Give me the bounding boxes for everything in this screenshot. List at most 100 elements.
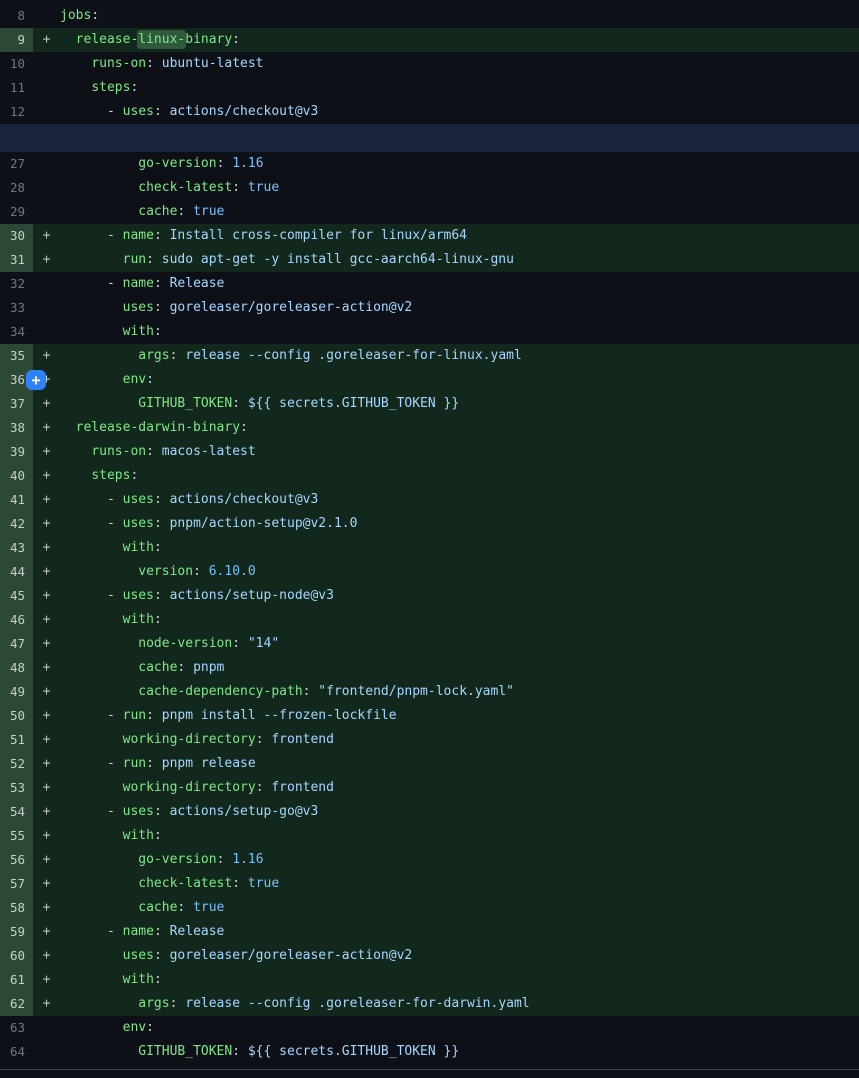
diff-marker: +: [33, 728, 60, 752]
line-number[interactable]: 47: [0, 632, 33, 656]
line-number[interactable]: 34: [0, 320, 33, 344]
line-number[interactable]: 54: [0, 800, 33, 824]
diff-marker: +: [33, 872, 60, 896]
line-number[interactable]: 10: [0, 52, 33, 76]
line-number[interactable]: 37: [0, 392, 33, 416]
line-number[interactable]: 38: [0, 416, 33, 440]
diff-row: 37+ GITHUB_TOKEN: ${{ secrets.GITHUB_TOK…: [0, 392, 859, 416]
line-number[interactable]: 9: [0, 28, 33, 52]
line-number[interactable]: 8: [0, 4, 33, 28]
code-token: -: [107, 516, 123, 531]
code-indent: [60, 492, 107, 507]
line-number[interactable]: 64: [0, 1040, 33, 1064]
code-token: release --config .goreleaser-for-linux.y…: [177, 348, 521, 363]
code-indent: [60, 204, 138, 219]
code-token: -: [107, 492, 123, 507]
code-token: pnpm install --frozen-lockfile: [154, 708, 397, 723]
code-line: go-version: 1.16: [60, 848, 859, 872]
line-number[interactable]: 31: [0, 248, 33, 272]
line-number[interactable]: 44: [0, 560, 33, 584]
code-token: 1.16: [224, 156, 263, 171]
diff-marker: [33, 4, 60, 28]
diff-view: 8jobs:9+ release-linux-binary:10 runs-on…: [0, 0, 859, 1070]
diff-marker: +: [33, 248, 60, 272]
code-token: :: [232, 876, 240, 891]
code-token: :: [130, 80, 138, 95]
line-number[interactable]: 30: [0, 224, 33, 248]
diff-marker: +: [33, 488, 60, 512]
code-indent: [60, 104, 107, 119]
line-number[interactable]: 48: [0, 656, 33, 680]
code-token: pnpm release: [154, 756, 256, 771]
code-token: :: [256, 732, 264, 747]
code-indent: [60, 372, 123, 387]
code-token: ubuntu-latest: [154, 56, 264, 71]
code-token: :: [146, 756, 154, 771]
diff-row: 44+ version: 6.10.0: [0, 560, 859, 584]
line-number[interactable]: 28: [0, 176, 33, 200]
diff-row: 8 jobs:: [0, 4, 859, 28]
add-line-comment-button[interactable]: +: [26, 370, 46, 390]
code-token: go-version: [138, 156, 216, 171]
line-number[interactable]: 45: [0, 584, 33, 608]
code-token: :: [154, 300, 162, 315]
code-token: :: [232, 636, 240, 651]
code-token: jobs: [60, 8, 91, 23]
line-number[interactable]: 29: [0, 200, 33, 224]
diff-marker: +: [33, 800, 60, 824]
line-number[interactable]: 12: [0, 100, 33, 124]
code-line: - uses: actions/checkout@v3: [60, 488, 859, 512]
code-token: :: [91, 8, 99, 23]
line-number[interactable]: 46: [0, 608, 33, 632]
line-number[interactable]: 55: [0, 824, 33, 848]
diff-marker: +: [33, 848, 60, 872]
diff-row: 27 go-version: 1.16: [0, 152, 859, 176]
line-number[interactable]: 52: [0, 752, 33, 776]
diff-row: 11 steps:: [0, 76, 859, 100]
code-line: with:: [60, 968, 859, 992]
code-token: actions/checkout@v3: [162, 104, 319, 119]
code-token: :: [154, 104, 162, 119]
line-number[interactable]: 43: [0, 536, 33, 560]
code-line: uses: goreleaser/goreleaser-action@v2: [60, 296, 859, 320]
code-line: jobs:: [60, 4, 859, 28]
line-number[interactable]: 41: [0, 488, 33, 512]
line-number[interactable]: 58: [0, 896, 33, 920]
line-number[interactable]: 27: [0, 152, 33, 176]
line-number[interactable]: 56: [0, 848, 33, 872]
line-number[interactable]: 62: [0, 992, 33, 1016]
line-number[interactable]: 63: [0, 1016, 33, 1040]
line-number[interactable]: 61: [0, 968, 33, 992]
code-line: env:: [60, 368, 859, 392]
line-number[interactable]: 49: [0, 680, 33, 704]
code-token: 1.16: [224, 852, 263, 867]
line-number[interactable]: 42: [0, 512, 33, 536]
line-number[interactable]: 53: [0, 776, 33, 800]
code-indent: [60, 80, 91, 95]
diff-row: 10 runs-on: ubuntu-latest: [0, 52, 859, 76]
line-number[interactable]: 57: [0, 872, 33, 896]
line-number[interactable]: 32: [0, 272, 33, 296]
word-diff-highlight: linux-: [137, 30, 186, 49]
line-number[interactable]: 35: [0, 344, 33, 368]
code-token: :: [154, 492, 162, 507]
line-number[interactable]: 33: [0, 296, 33, 320]
line-number[interactable]: 60: [0, 944, 33, 968]
diff-marker: +: [33, 512, 60, 536]
code-line: check-latest: true: [60, 176, 859, 200]
diff-marker: [33, 296, 60, 320]
code-line: check-latest: true: [60, 872, 859, 896]
line-number[interactable]: 40: [0, 464, 33, 488]
code-token: frontend: [264, 780, 334, 795]
code-token: name: [123, 228, 154, 243]
hunk-expander-row[interactable]: [0, 124, 859, 152]
line-number[interactable]: 11: [0, 76, 33, 100]
line-number[interactable]: 50: [0, 704, 33, 728]
line-number[interactable]: 51: [0, 728, 33, 752]
code-token: uses: [123, 516, 154, 531]
code-token: name: [123, 276, 154, 291]
line-number[interactable]: 39: [0, 440, 33, 464]
diff-row: 36+ env:+: [0, 368, 859, 392]
line-number[interactable]: 59: [0, 920, 33, 944]
diff-marker: +: [33, 704, 60, 728]
